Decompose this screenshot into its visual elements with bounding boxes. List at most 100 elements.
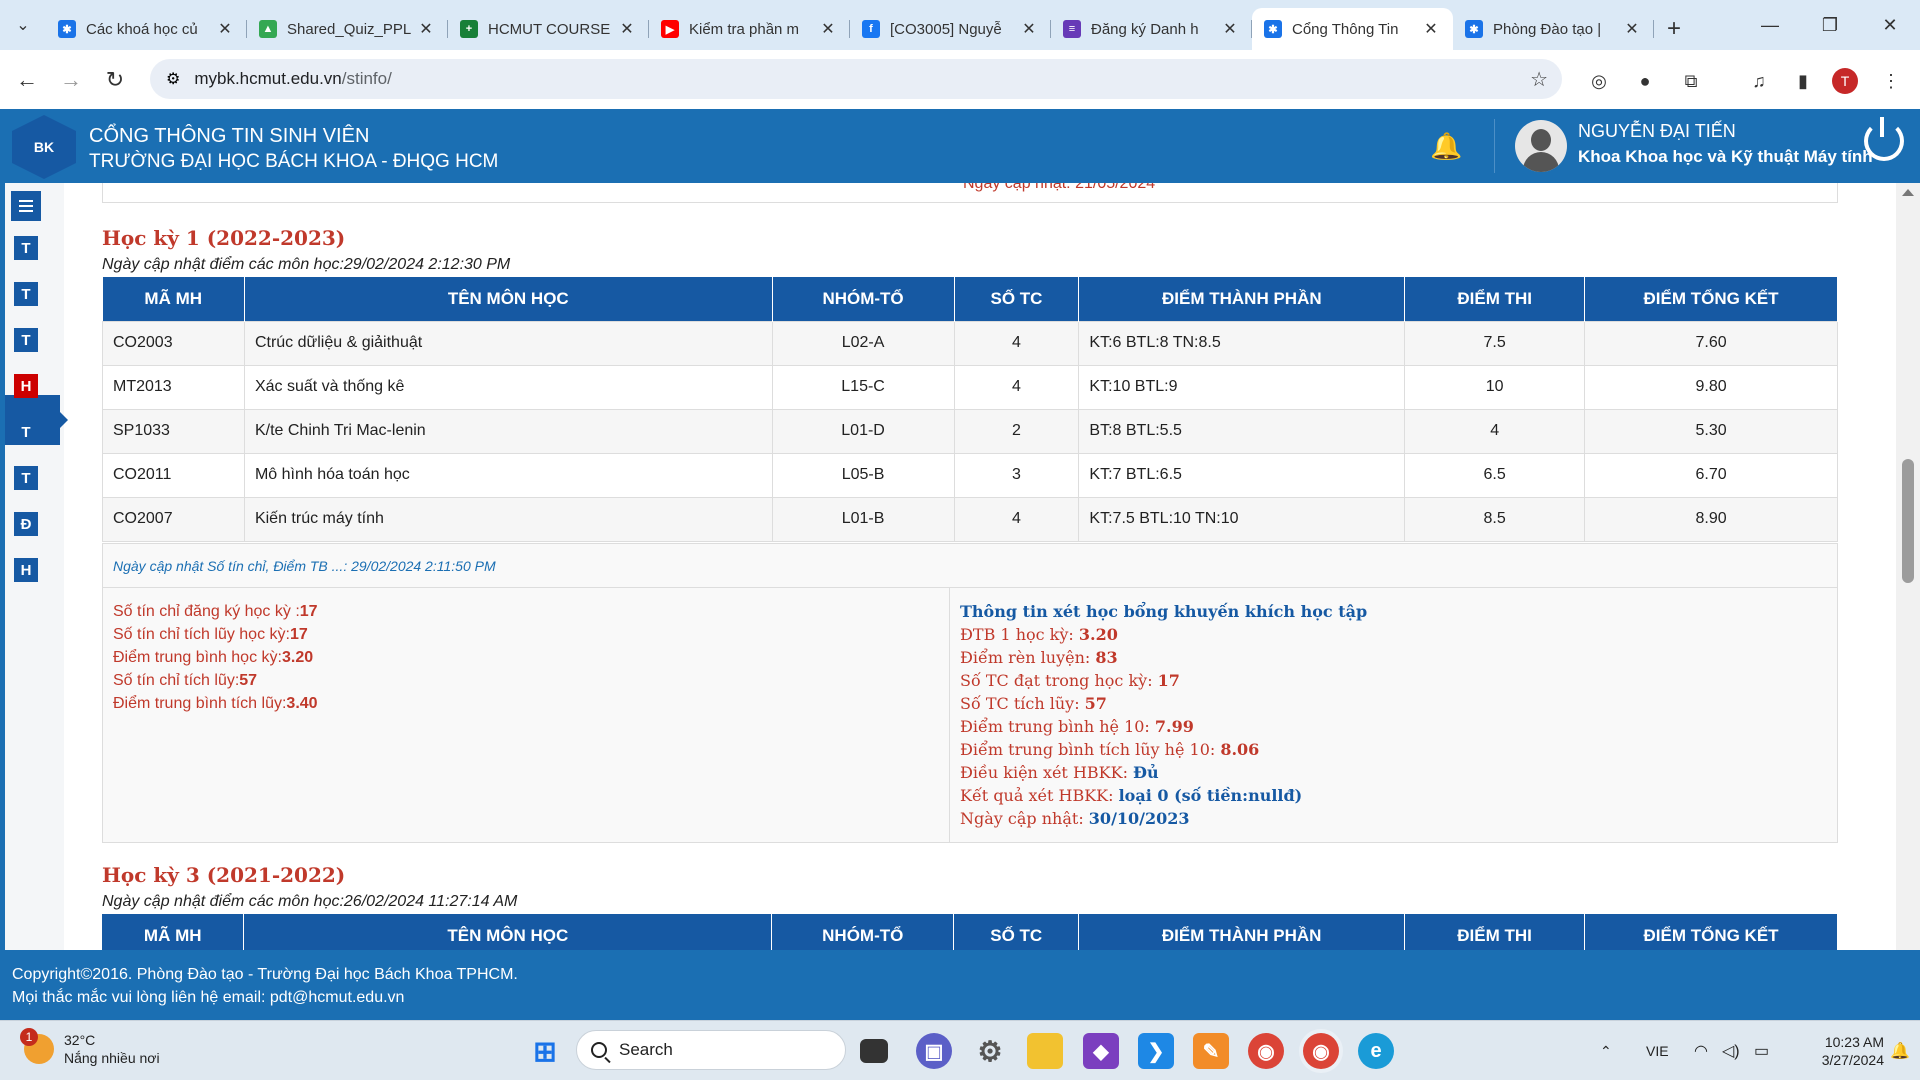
- table-cell: 4: [1404, 408, 1586, 454]
- new-tab-button[interactable]: +: [1654, 8, 1694, 50]
- extension-icon[interactable]: ●: [1630, 66, 1660, 96]
- browser-tab[interactable]: ▲ Shared_Quiz_PPL ✕: [247, 8, 448, 50]
- forward-button[interactable]: →: [49, 58, 93, 102]
- browser-tab[interactable]: ✱ Các khoá học củ ✕: [46, 8, 247, 50]
- tab-favicon-icon: +: [460, 20, 478, 38]
- menu-hamburger-icon[interactable]: [11, 191, 41, 221]
- bookmark-star-icon[interactable]: ☆: [1530, 67, 1548, 92]
- volume-icon[interactable]: ◁): [1722, 1021, 1740, 1081]
- site-info-icon[interactable]: ⚙: [166, 69, 180, 89]
- temperature: 32°C: [64, 1032, 96, 1048]
- weather-widget[interactable]: 1 32°C Nắng nhiều nơi: [20, 1028, 160, 1067]
- scholarship-line: Số TC tích lũy: 57: [960, 692, 1827, 715]
- table-row: SP1033 K/te Chinh Tri Mac-lenin L01-D 2 BT:8…: [102, 408, 1838, 454]
- notification-bell-icon[interactable]: 🔔: [1430, 131, 1462, 162]
- settings-gear-icon[interactable]: ⚙: [972, 1033, 1008, 1069]
- side-nav-item[interactable]: T: [14, 328, 38, 352]
- column-header: ĐIỂM THÀNH PHẦN: [1078, 914, 1406, 950]
- tab-favicon-icon: ✱: [1264, 20, 1282, 38]
- address-bar[interactable]: ⚙ mybk.hcmut.edu.vn/stinfo/ ☆: [150, 59, 1562, 99]
- side-nav-item[interactable]: T: [14, 466, 38, 490]
- system-clock[interactable]: 10:23 AM 3/27/2024: [1800, 1033, 1884, 1069]
- profile-avatar[interactable]: T: [1832, 68, 1858, 94]
- tab-close-icon[interactable]: ✕: [416, 19, 436, 39]
- scholarship-label: ĐTB 1 học kỳ:: [960, 625, 1079, 644]
- tab-close-icon[interactable]: ✕: [617, 19, 637, 39]
- scholarship-label: Điều kiện xét HBKK:: [960, 763, 1134, 782]
- side-panel-icon[interactable]: ▮: [1788, 66, 1818, 96]
- browser-tab[interactable]: + HCMUT COURSE ✕: [448, 8, 649, 50]
- table-cell: L05-B: [771, 452, 955, 498]
- side-nav-item[interactable]: Đ: [14, 512, 38, 536]
- user-avatar[interactable]: [1515, 120, 1567, 172]
- teams-chat-icon[interactable]: ▣: [916, 1033, 952, 1069]
- table-cell: BT:8 BTL:5.5: [1078, 408, 1406, 454]
- file-explorer-icon[interactable]: [1027, 1033, 1063, 1069]
- notification-center-icon[interactable]: 🔔: [1890, 1021, 1910, 1081]
- reload-button[interactable]: ↻: [93, 58, 137, 102]
- table-cell: L01-D: [771, 408, 955, 454]
- summary-line: Điểm trung bình tích lũy:3.40: [113, 692, 939, 715]
- table-cell: 6.70: [1584, 452, 1838, 498]
- tab-label: Kiểm tra phần m: [689, 20, 800, 38]
- media-control-icon[interactable]: ♫: [1744, 66, 1774, 96]
- side-nav-item[interactable]: H: [14, 374, 38, 398]
- credit-summary: Số tín chỉ đăng ký học kỳ :17 Số tín chỉ …: [103, 588, 950, 842]
- paint-app-icon[interactable]: ✎: [1193, 1033, 1229, 1069]
- tab-close-icon[interactable]: ✕: [1019, 19, 1039, 39]
- windows-start-icon[interactable]: ⊞: [527, 1033, 563, 1069]
- scrollbar-thumb[interactable]: [1902, 459, 1914, 583]
- scholarship-line: Kết quả xét HBKK: loại 0 (số tiền:nullđ): [960, 784, 1827, 807]
- tab-close-icon[interactable]: ✕: [818, 19, 838, 39]
- scholarship-line: Điểm rèn luyện: 83: [960, 646, 1827, 669]
- close-window-button[interactable]: ✕: [1860, 0, 1920, 50]
- side-nav-item[interactable]: T: [14, 236, 38, 260]
- compass-extension-icon[interactable]: ◎: [1584, 66, 1614, 96]
- university-name: TRƯỜNG ĐẠI HỌC BÁCH KHOA - ĐHQG HCM: [89, 151, 499, 172]
- browser-tab[interactable]: ✱ Cổng Thông Tin ✕: [1252, 8, 1453, 50]
- extensions-puzzle-icon[interactable]: ⧉: [1676, 66, 1706, 96]
- language-indicator[interactable]: VIE: [1646, 1021, 1669, 1081]
- url-text: mybk.hcmut.edu.vn/stinfo/: [194, 69, 392, 88]
- tab-close-icon[interactable]: ✕: [1220, 19, 1240, 39]
- tab-close-icon[interactable]: ✕: [1622, 19, 1642, 39]
- table-cell: 2: [953, 408, 1080, 454]
- scholarship-label: Ngày cập nhật:: [960, 809, 1089, 828]
- side-nav-item[interactable]: T: [14, 420, 38, 444]
- tab-close-icon[interactable]: ✕: [1421, 19, 1441, 39]
- table-cell: Kiến trúc máy tính: [243, 496, 773, 542]
- column-header: NHÓM-TỔ: [771, 914, 955, 950]
- side-nav-item[interactable]: H: [14, 558, 38, 582]
- browser-tab[interactable]: ≡ Đăng ký Danh h ✕: [1051, 8, 1252, 50]
- minimize-button[interactable]: —: [1740, 0, 1800, 50]
- taskbar-search[interactable]: Search: [576, 1030, 846, 1070]
- browser-tab[interactable]: f [CO3005] Nguyễ ✕: [850, 8, 1051, 50]
- wifi-icon[interactable]: ◠: [1694, 1021, 1708, 1081]
- browser-tab[interactable]: ✱ Phòng Đào tạo | ✕: [1453, 8, 1654, 50]
- page-scrollbar[interactable]: [1896, 183, 1920, 950]
- tab-search-chevron-icon[interactable]: ⌄: [0, 0, 46, 50]
- scholarship-label: Điểm trung bình hệ 10:: [960, 717, 1155, 736]
- restore-button[interactable]: ❐: [1800, 0, 1860, 50]
- edge-icon[interactable]: e: [1358, 1033, 1394, 1069]
- table-cell: Xác suất và thống kê: [243, 364, 773, 410]
- show-hidden-icons[interactable]: ⌃: [1600, 1021, 1612, 1081]
- side-nav-item[interactable]: T: [14, 282, 38, 306]
- logout-power-icon[interactable]: [1864, 117, 1904, 161]
- scroll-up-arrow-icon[interactable]: [1902, 189, 1914, 196]
- search-label: Search: [619, 1040, 673, 1059]
- table-cell: Mô hình hóa toán học: [243, 452, 773, 498]
- back-button[interactable]: ←: [5, 58, 49, 102]
- visual-studio-icon[interactable]: ◆: [1083, 1033, 1119, 1069]
- vscode-icon[interactable]: ❯: [1138, 1033, 1174, 1069]
- battery-icon[interactable]: ▭: [1754, 1021, 1769, 1081]
- table-cell: 5.30: [1584, 408, 1838, 454]
- portal-title: CỔNG THÔNG TIN SINH VIÊN: [89, 125, 370, 147]
- chrome-icon[interactable]: ◉: [1248, 1033, 1284, 1069]
- table-cell: 8.5: [1404, 496, 1586, 542]
- browser-tab[interactable]: ▶ Kiểm tra phần m ✕: [649, 8, 850, 50]
- tab-close-icon[interactable]: ✕: [215, 19, 235, 39]
- task-view-icon[interactable]: [860, 1039, 888, 1063]
- chrome-active-icon[interactable]: ◉: [1303, 1033, 1339, 1069]
- browser-menu-icon[interactable]: ⋮: [1876, 66, 1906, 96]
